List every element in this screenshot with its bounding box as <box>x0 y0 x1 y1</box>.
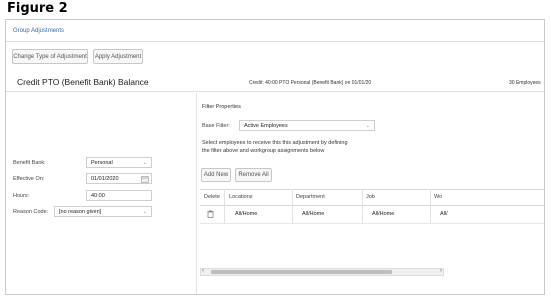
reason-code-label: Reason Code: <box>13 209 49 215</box>
base-filter-label: Base Filter: <box>202 123 230 129</box>
filter-help-line-2: the filter above and workgroup assignmen… <box>202 148 325 154</box>
column-header-wo[interactable]: Wo <box>434 194 442 200</box>
remove-all-button[interactable]: Remove All <box>235 168 272 182</box>
column-header-locations[interactable]: Locations <box>229 194 253 200</box>
group-adjustments-window: Group Adjustments Change Type of Adjustm… <box>5 19 545 295</box>
chevron-down-icon: ⌄ <box>142 159 147 166</box>
trash-icon[interactable] <box>207 210 214 220</box>
row-border <box>200 223 544 224</box>
apply-adjustment-button[interactable]: Apply Adjustment <box>93 49 143 64</box>
reason-code-select[interactable]: [no reason given] ⌄ <box>54 206 152 217</box>
window-title[interactable]: Group Adjustments <box>13 28 64 34</box>
adjustment-title: Credit PTO (Benefit Bank) Balance <box>17 77 149 87</box>
panel-divider <box>196 93 197 294</box>
adjustment-header: Credit PTO (Benefit Bank) Balance Credit… <box>6 68 544 92</box>
effective-on-field[interactable]: 01/01/2020 <box>86 173 152 184</box>
table-top-border <box>200 189 544 190</box>
benefit-bank-value: Personal <box>91 159 113 166</box>
filter-properties-heading: Filter Properties <box>202 104 241 110</box>
base-filter-value: Active Employees <box>244 122 288 129</box>
chevron-down-icon: ⌄ <box>142 208 147 215</box>
cell-department: All/Home <box>302 211 325 217</box>
table-header-border <box>200 205 544 206</box>
horizontal-scrollbar[interactable]: ‹ › <box>200 268 444 276</box>
calendar-icon[interactable] <box>141 175 149 185</box>
reason-code-value: [no reason given] <box>59 208 102 215</box>
scroll-right-arrow-icon[interactable]: › <box>440 268 442 274</box>
add-new-button[interactable]: Add New <box>201 168 231 182</box>
figure-title: Figure 2 <box>7 1 68 16</box>
effective-on-label: Effective On: <box>13 176 45 182</box>
benefit-bank-select[interactable]: Personal ⌄ <box>86 157 152 168</box>
window-title-bar: Group Adjustments <box>6 20 544 42</box>
hours-input[interactable]: 40:00 <box>86 190 152 201</box>
cell-locations: All/Home <box>235 211 258 217</box>
cell-wo: All/ <box>440 211 448 217</box>
column-header-job[interactable]: Job <box>366 194 375 200</box>
hours-label: Hours: <box>13 193 30 199</box>
cell-job: All/Home <box>372 211 395 217</box>
table-row: All/Home All/Home All/Home All/ <box>200 207 544 222</box>
scrollbar-thumb[interactable] <box>211 270 392 274</box>
filter-help-line-1: Select employees to receive this this ad… <box>202 140 348 146</box>
column-header-delete[interactable]: Delete <box>204 194 220 200</box>
benefit-bank-label: Benefit Bank: <box>13 160 46 166</box>
change-type-of-adjustment-button[interactable]: Change Type of Adjustment <box>12 49 88 64</box>
adjustment-summary: Credit: 40:00 PTO Personal (Benefit Bank… <box>249 80 372 86</box>
base-filter-select[interactable]: Active Employees ⌄ <box>239 120 375 131</box>
chevron-down-icon: ⌄ <box>365 122 370 129</box>
employee-count: 30 Employees <box>509 80 541 86</box>
column-header-department[interactable]: Department <box>296 194 325 200</box>
effective-on-value: 01/01/2020 <box>91 175 119 182</box>
scroll-left-arrow-icon[interactable]: ‹ <box>202 268 204 274</box>
